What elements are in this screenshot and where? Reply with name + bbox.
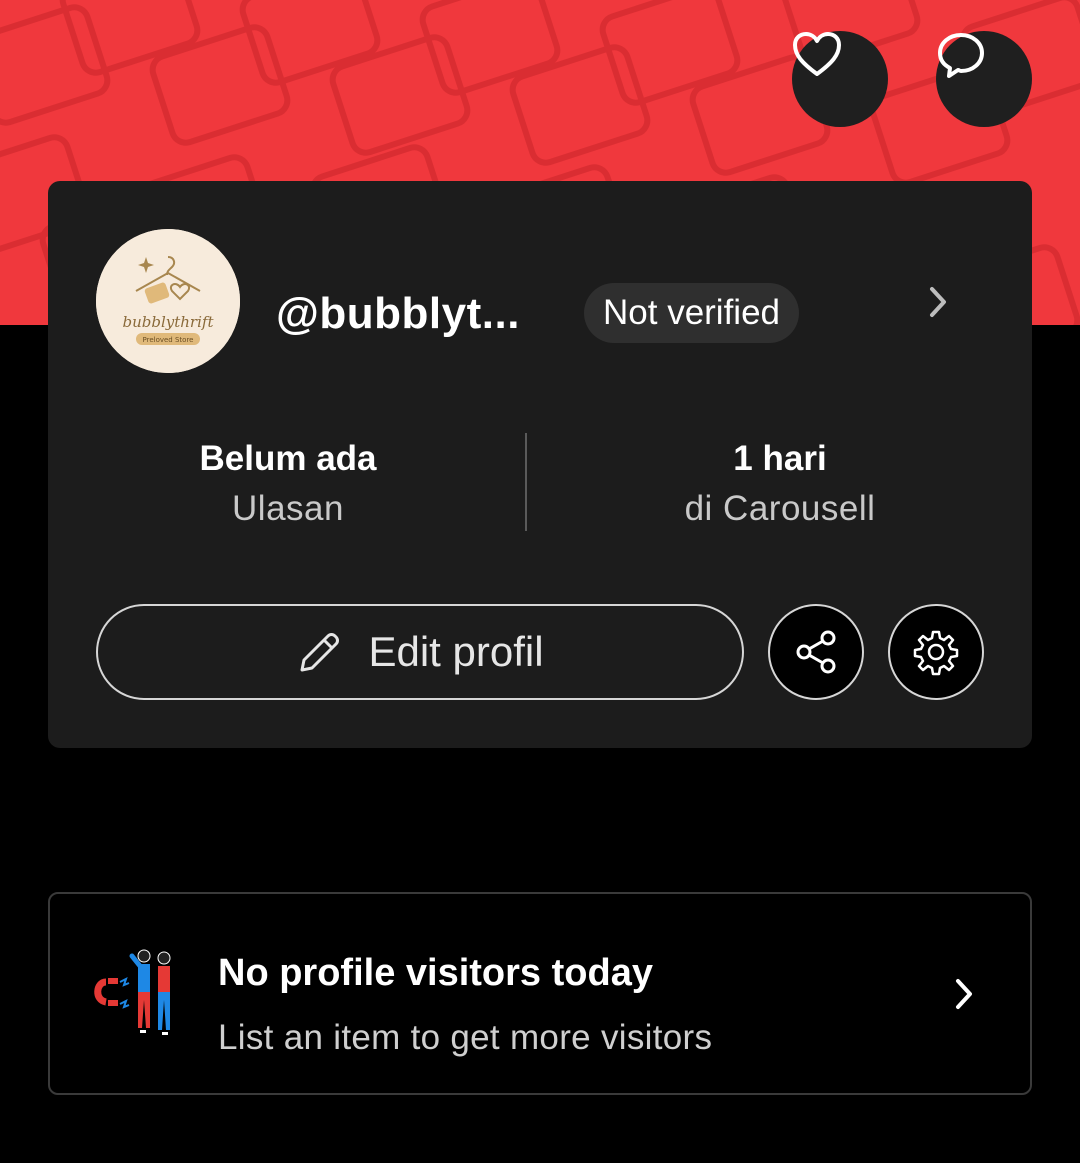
- member-since-value: 1 hari: [733, 439, 827, 478]
- settings-button[interactable]: [888, 604, 984, 700]
- gear-icon: [913, 630, 959, 676]
- edit-profile-label: Edit profil: [368, 628, 544, 675]
- share-icon: [796, 630, 836, 674]
- profile-visitors-card[interactable]: No profile visitors today List an item t…: [48, 892, 1032, 1095]
- username[interactable]: @bubblyt...: [276, 289, 520, 339]
- shop-logo-subtext: Preloved Store: [143, 336, 194, 344]
- reviews-stat[interactable]: Belum ada Ulasan: [138, 439, 438, 529]
- edit-profile-button[interactable]: Edit profil: [96, 604, 744, 700]
- reviews-stat-value: Belum ada: [199, 439, 377, 478]
- favorites-button[interactable]: [792, 31, 888, 127]
- chevron-right-icon: [956, 979, 972, 1009]
- chat-bubble-icon: [938, 33, 984, 78]
- chat-button[interactable]: [936, 31, 1032, 127]
- visitors-title: No profile visitors today: [218, 952, 653, 994]
- member-since-stat: 1 hari di Carousell: [630, 439, 930, 529]
- verification-badge: Not verified: [584, 283, 800, 343]
- visitors-subtitle: List an item to get more visitors: [218, 1018, 713, 1057]
- avatar[interactable]: bubblythrift Preloved Store: [96, 229, 240, 373]
- pencil-icon: [300, 633, 340, 672]
- profile-page: bubblythrift Preloved Store @bubblyt... …: [0, 0, 1080, 1163]
- heart-icon: [793, 32, 841, 76]
- visitors-illustration: [94, 949, 171, 1035]
- member-since-label: di Carousell: [684, 489, 876, 528]
- chevron-right-icon[interactable]: [924, 283, 952, 321]
- share-button[interactable]: [768, 604, 864, 700]
- profile-card: bubblythrift Preloved Store @bubblyt... …: [48, 181, 1032, 748]
- stat-divider: [525, 433, 527, 531]
- shop-logo: bubblythrift Preloved Store: [96, 229, 240, 373]
- reviews-stat-label: Ulasan: [232, 489, 344, 528]
- shop-logo-text: bubblythrift: [123, 313, 215, 331]
